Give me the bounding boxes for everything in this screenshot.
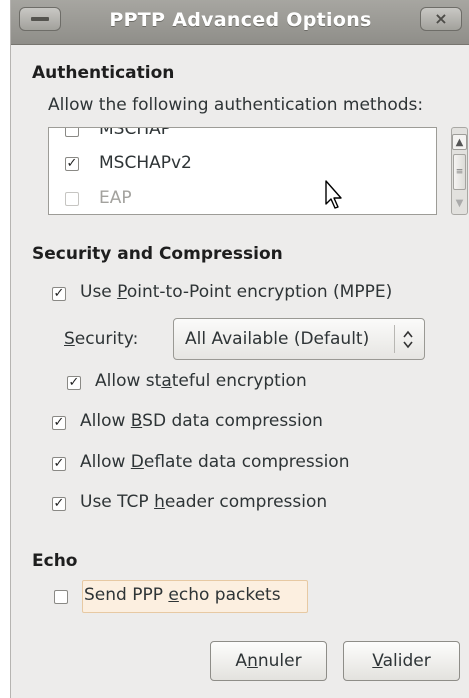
security-label: Security: — [64, 329, 139, 349]
tcp-header-compression-checkbox[interactable]: ✓ — [52, 497, 66, 511]
mschapv2-label: MSCHAPv2 — [99, 153, 192, 173]
authentication-methods-list[interactable]: MSCHAP ✓ MSCHAPv2 EAP — [48, 127, 437, 215]
list-item-mschapv2[interactable]: ✓ MSCHAPv2 — [49, 150, 436, 178]
eap-label: EAP — [99, 188, 132, 208]
scroll-down-arrow-icon[interactable]: ▼ — [452, 196, 467, 212]
window-close-button[interactable]: × — [420, 7, 462, 31]
security-select-value: All Available (Default) — [185, 329, 370, 349]
mppe-label[interactable]: Use Point-to-Point encryption (MPPE) — [80, 282, 392, 302]
combo-separator — [394, 325, 395, 353]
ok-button[interactable]: Valider — [343, 641, 460, 681]
stateful-encryption-label[interactable]: Allow stateful encryption — [95, 371, 307, 391]
echo-heading: Echo — [32, 551, 78, 571]
scrollbar-thumb[interactable]: ≡ — [453, 154, 466, 190]
mschap-label: MSCHAP — [99, 127, 171, 139]
send-echo-label[interactable]: Send PPP echo packets — [84, 585, 281, 605]
cancel-button[interactable]: Annuler — [210, 641, 327, 681]
bsd-compression-label[interactable]: Allow BSD data compression — [80, 411, 323, 431]
authentication-description: Allow the following authentication metho… — [48, 95, 424, 115]
mouse-pointer-icon — [325, 180, 342, 209]
stateful-encryption-checkbox[interactable]: ✓ — [67, 376, 81, 390]
send-echo-checkbox[interactable] — [54, 590, 68, 604]
scroll-up-arrow-icon[interactable]: ▲ — [452, 134, 467, 150]
security-compression-heading: Security and Compression — [32, 244, 283, 264]
deflate-compression-label[interactable]: Allow Deflate data compression — [80, 452, 349, 472]
mschap-checkbox[interactable] — [65, 128, 79, 137]
window-title: PPTP Advanced Options — [109, 9, 372, 31]
tcp-header-compression-label[interactable]: Use TCP header compression — [80, 492, 327, 512]
security-select[interactable]: All Available (Default) — [173, 318, 425, 360]
bsd-compression-checkbox[interactable]: ✓ — [52, 416, 66, 430]
list-item-eap: EAP — [49, 185, 436, 213]
list-item-mschap[interactable]: MSCHAP — [49, 127, 436, 144]
title-bar: PPTP Advanced Options × — [11, 0, 469, 45]
pptp-advanced-options-dialog: PPTP Advanced Options × Authentication A… — [10, 0, 469, 698]
list-scrollbar[interactable]: ▲ ≡ ▼ — [451, 127, 468, 215]
deflate-compression-checkbox[interactable]: ✓ — [52, 457, 66, 471]
close-icon: × — [434, 9, 448, 28]
mschapv2-checkbox[interactable]: ✓ — [65, 157, 79, 171]
eap-checkbox — [65, 192, 79, 206]
mppe-checkbox[interactable]: ✓ — [52, 287, 66, 301]
combo-arrows-icon — [400, 328, 416, 351]
authentication-heading: Authentication — [32, 63, 175, 83]
